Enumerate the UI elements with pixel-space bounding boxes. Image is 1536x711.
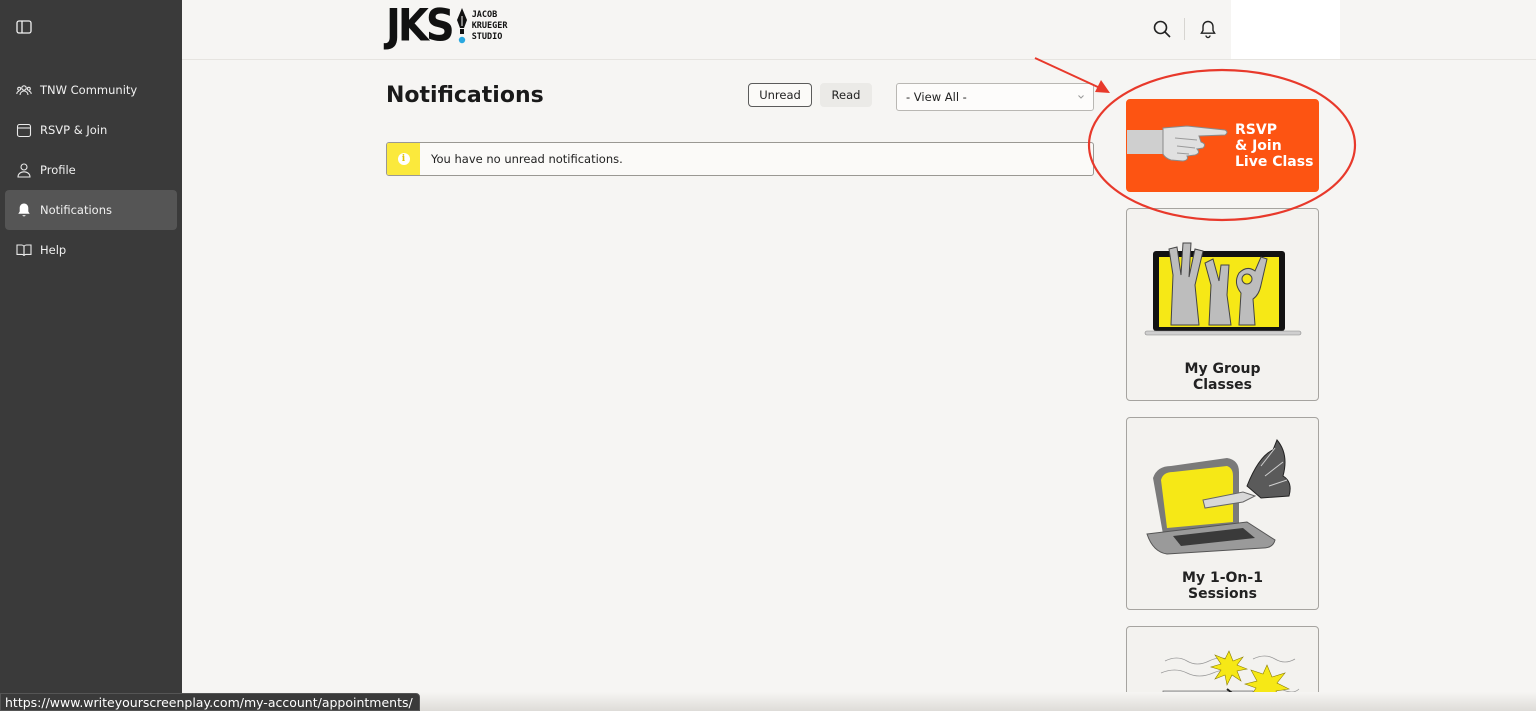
sidebar-item-label: TNW Community	[40, 83, 138, 97]
calendar-icon	[16, 123, 32, 138]
rsvp-card-label: RSVP & Join Live Class	[1235, 122, 1314, 170]
read-filter-button[interactable]: Read	[820, 83, 872, 107]
status-bar-url: https://www.writeyourscreenplay.com/my-a…	[0, 693, 420, 711]
laptop-book-icon	[1146, 439, 1291, 555]
laptop-hands-icon	[1144, 242, 1302, 336]
header-account-area[interactable]	[1231, 0, 1340, 59]
header-divider	[1184, 18, 1185, 40]
empty-notice: i You have no unread notifications.	[386, 142, 1094, 176]
sidebar-toggle-icon[interactable]	[16, 20, 32, 34]
jks-logo[interactable]: JKS JACOB KRUEGER STUDIO	[386, 0, 508, 52]
sidebar: TNW Community RSVP & Join Profile Notifi…	[0, 0, 182, 711]
user-icon	[17, 163, 31, 178]
my-group-classes-card[interactable]: My Group Classes	[1126, 208, 1319, 401]
logo-letters: JKS	[386, 0, 455, 52]
sidebar-item-help[interactable]: Help	[5, 230, 177, 270]
rsvp-join-card[interactable]: RSVP & Join Live Class	[1126, 99, 1319, 192]
sidebar-item-label: Profile	[40, 163, 76, 177]
book-icon	[16, 244, 32, 257]
group-classes-label: My Group Classes	[1184, 361, 1261, 393]
logo-wordmark: JACOB KRUEGER STUDIO	[471, 9, 508, 42]
community-icon	[16, 85, 32, 96]
page-title: Notifications	[386, 83, 544, 108]
search-icon[interactable]	[1152, 19, 1172, 39]
sidebar-item-label: Notifications	[40, 203, 112, 217]
sidebar-item-profile[interactable]: Profile	[5, 150, 177, 190]
notice-icon-bar: i	[387, 143, 420, 175]
view-filter-select[interactable]: - View All -	[896, 83, 1094, 111]
select-value: - View All -	[906, 90, 967, 104]
bell-icon[interactable]	[1198, 19, 1218, 39]
sidebar-nav: TNW Community RSVP & Join Profile Notifi…	[0, 70, 182, 270]
sidebar-item-tnw-community[interactable]: TNW Community	[5, 70, 177, 110]
sidebar-item-rsvp-join[interactable]: RSVP & Join	[5, 110, 177, 150]
sidebar-item-label: Help	[40, 243, 67, 257]
pen-nib-icon	[456, 8, 467, 44]
info-icon: i	[397, 153, 410, 165]
top-header: JKS JACOB KRUEGER STUDIO	[182, 0, 1536, 60]
my-1-on-1-sessions-card[interactable]: My 1-On-1 Sessions	[1126, 417, 1319, 610]
chevron-down-icon	[1078, 95, 1084, 99]
bell-icon	[18, 203, 30, 217]
sidebar-item-notifications[interactable]: Notifications	[5, 190, 177, 230]
unread-filter-button[interactable]: Unread	[748, 83, 812, 107]
pointing-hand-icon	[1127, 125, 1228, 162]
notice-text: You have no unread notifications.	[431, 152, 623, 166]
sidebar-item-label: RSVP & Join	[40, 123, 108, 137]
one-on-one-label: My 1-On-1 Sessions	[1182, 570, 1263, 602]
